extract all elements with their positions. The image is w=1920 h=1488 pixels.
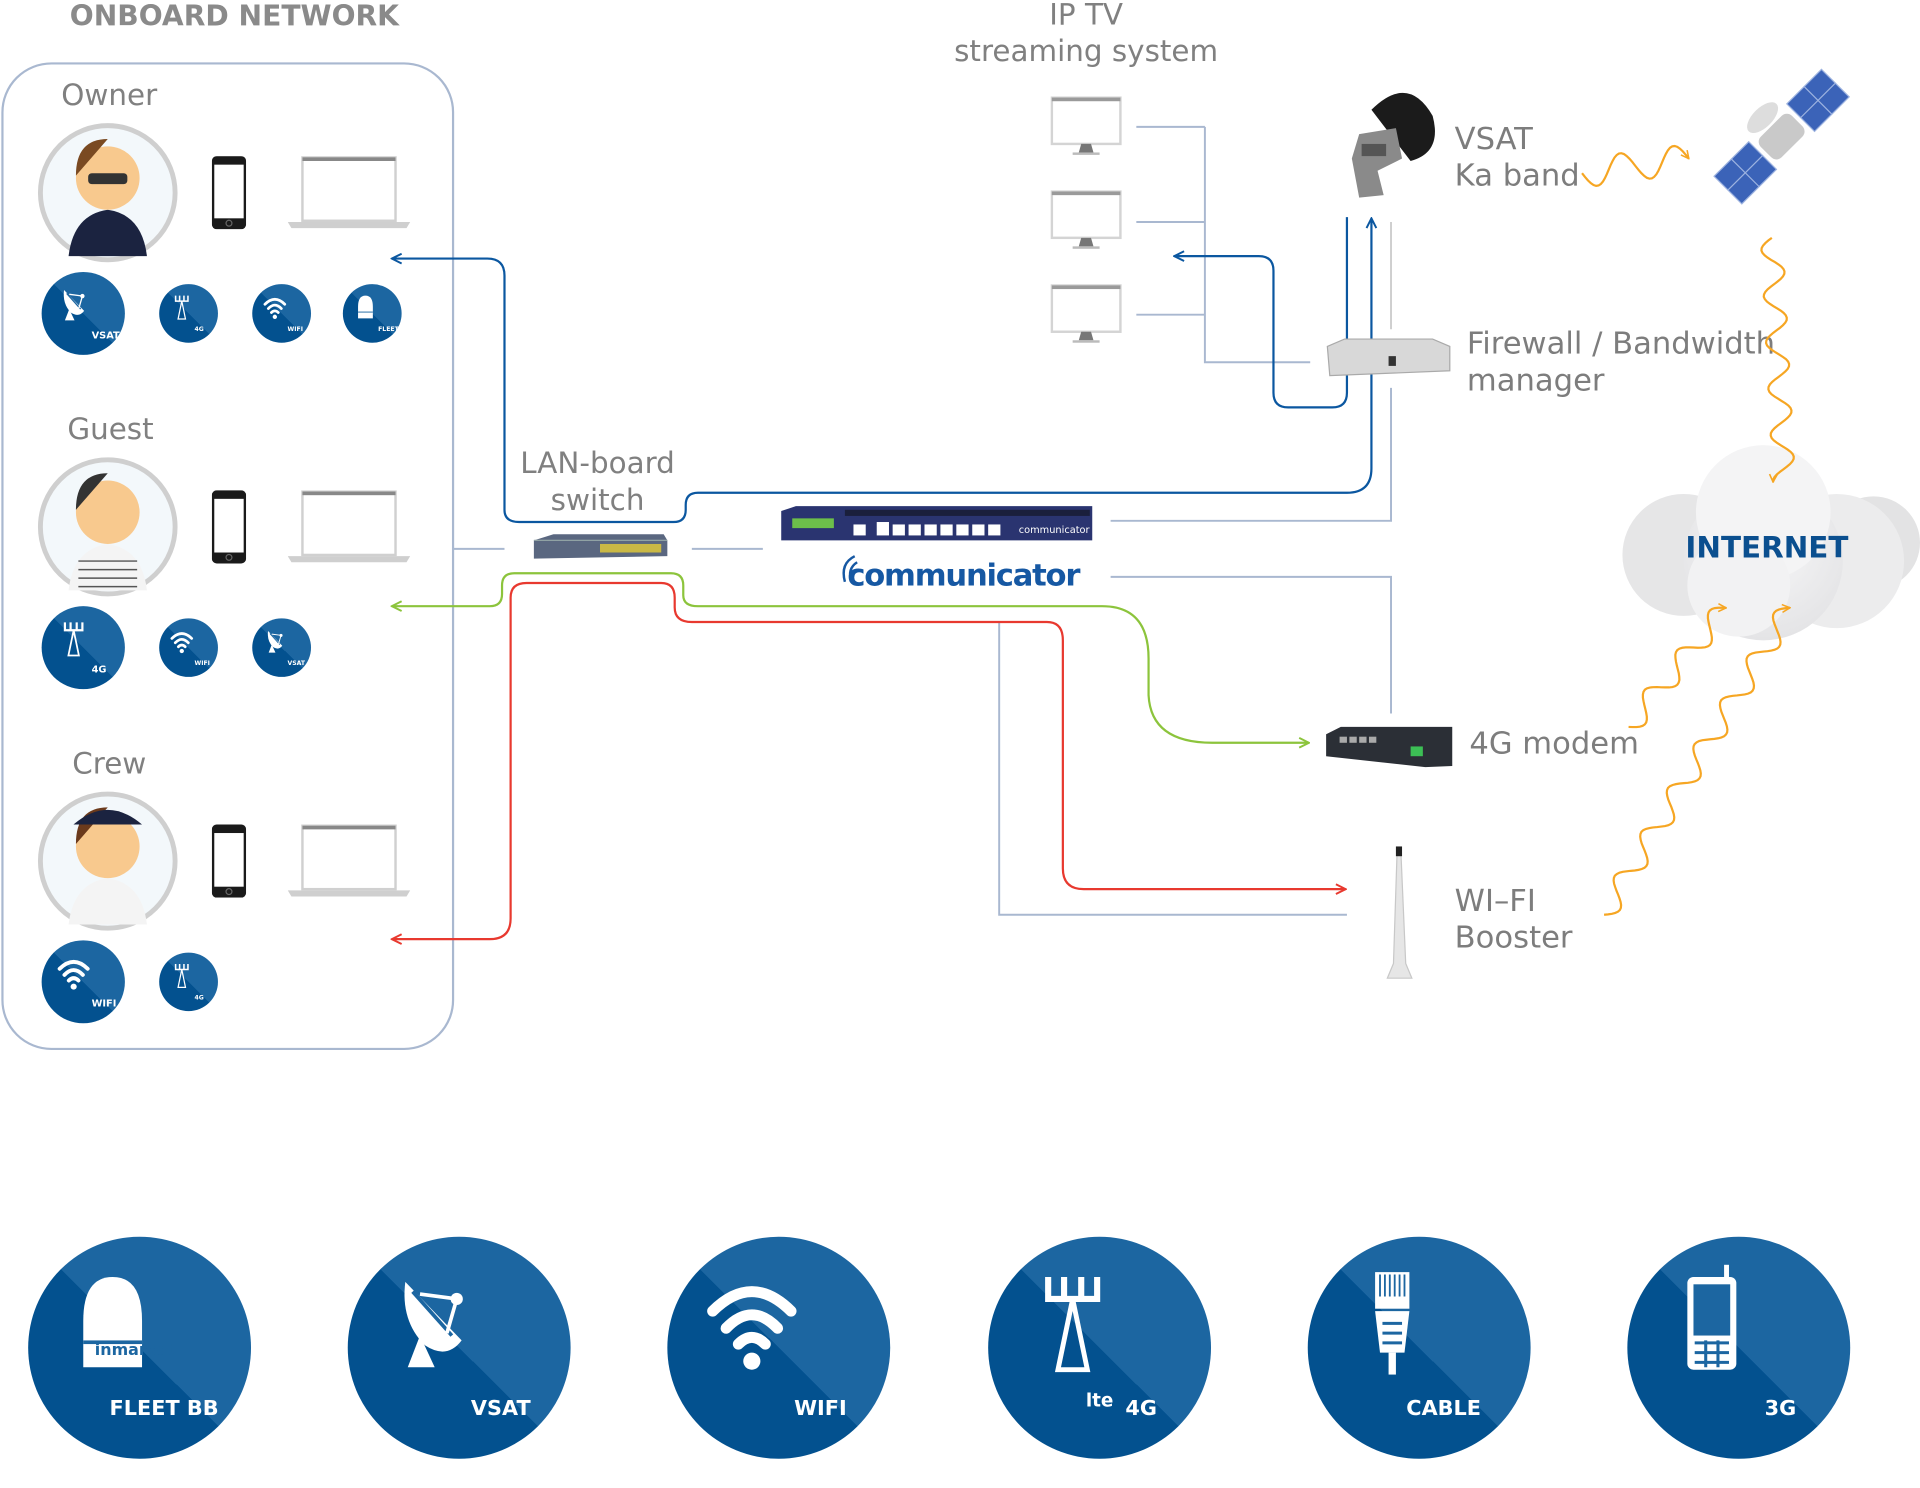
satellite xyxy=(1713,68,1851,205)
legend-sublabel: inmarsat xyxy=(95,1340,175,1359)
vsat-connection-icon: VSAT xyxy=(252,618,312,677)
crew-avatar xyxy=(37,791,178,931)
icon-label: WIFI xyxy=(194,660,209,667)
legend-label: CABLE xyxy=(1406,1396,1481,1420)
wifi-connection-icon: WIFI xyxy=(41,940,125,1024)
icon-label: 4G xyxy=(194,994,203,1001)
wifi-booster-label-2: Booster xyxy=(1455,921,1573,956)
4g-connection-icon: 4G xyxy=(159,284,218,343)
group-label: Owner xyxy=(61,78,158,112)
iptv-monitor xyxy=(1050,96,1122,157)
communicator-device: communicator xyxy=(781,506,1093,541)
legend-fleet: FLEET BB inmarsat xyxy=(28,1236,252,1459)
wifi-connection-icon: WIFI xyxy=(159,618,218,677)
iptv-label: IP TV xyxy=(1049,0,1123,31)
icon-label: VSAT xyxy=(288,660,306,667)
owner-avatar xyxy=(37,123,178,263)
group-guest: Guest 4G WIFI VSAT xyxy=(37,412,411,690)
icon-label: WIFI xyxy=(288,326,303,333)
smartphone-icon xyxy=(211,156,247,230)
crew-wifi-flow xyxy=(392,581,1346,939)
smartphone-icon xyxy=(211,490,247,564)
vsat-label-2: Ka band xyxy=(1455,158,1580,193)
wifi-booster-antenna xyxy=(1386,846,1413,979)
fleet-connection-icon: FLEET BB xyxy=(342,284,411,343)
connection-type-legend: FLEET BB inmarsat VSAT WIFI 4G lte CABLE 3G xyxy=(28,1236,1851,1459)
wifi-connection-icon: WIFI xyxy=(252,284,312,343)
guest-avatar xyxy=(37,457,178,597)
guest-4g-flow xyxy=(392,572,1309,743)
group-owner: Owner VSAT 4G WIFI FLEET BB xyxy=(37,78,411,355)
iptv-monitor xyxy=(1050,284,1122,344)
page-title: ONBOARD NETWORK xyxy=(70,0,400,33)
device-brand-label: communicator xyxy=(1019,525,1091,536)
group-label: Crew xyxy=(72,746,146,780)
firewall-device xyxy=(1326,338,1451,377)
smartphone-icon xyxy=(211,824,247,898)
lan-board-switch xyxy=(533,534,668,559)
internet-label: INTERNET xyxy=(1685,530,1848,564)
group-label: Guest xyxy=(67,412,153,446)
group-crew: Crew WIFI 4G xyxy=(37,746,411,1024)
laptop-icon xyxy=(287,156,411,230)
laptop-icon xyxy=(287,824,411,898)
legend-sublabel: lte xyxy=(1086,1390,1114,1411)
user-groups: Owner VSAT 4G WIFI FLEET BB Guest 4G WIFI VSAT Cr… xyxy=(37,78,411,1024)
wireless-wave xyxy=(1581,144,1689,188)
firewall-label: Firewall / Bandwidth xyxy=(1467,327,1775,362)
legend-4g: 4G lte xyxy=(988,1236,1212,1459)
lan-switch-label: LAN-board xyxy=(520,446,675,480)
firewall-label-2: manager xyxy=(1467,363,1605,398)
4g-connection-icon: 4G xyxy=(41,606,125,690)
legend-label: FLEET BB xyxy=(110,1396,219,1420)
communicator-brand-logo: communicator xyxy=(847,558,1080,593)
iptv-label-2: streaming system xyxy=(954,34,1218,68)
icon-label: WIFI xyxy=(92,999,117,1010)
icon-label: VSAT xyxy=(92,330,120,341)
vsat-label: VSAT xyxy=(1455,122,1534,157)
legend-label: 4G xyxy=(1125,1396,1157,1420)
iptv-vsat-flow xyxy=(1174,217,1349,409)
iptv-monitor xyxy=(1050,190,1122,251)
legend-3g: 3G xyxy=(1627,1236,1851,1459)
4g-modem-label: 4G modem xyxy=(1469,727,1639,762)
lan-switch-label-2: switch xyxy=(551,483,645,517)
legend-wifi: WIFI xyxy=(667,1236,891,1459)
legend-label: WIFI xyxy=(794,1396,847,1420)
legend-label: VSAT xyxy=(471,1396,532,1420)
3g-glyph-icon xyxy=(1685,1263,1738,1372)
legend-label: 3G xyxy=(1765,1396,1797,1420)
4g-connection-icon: 4G xyxy=(159,952,218,1012)
legend-cable: CABLE xyxy=(1307,1236,1531,1459)
4g-modem-device xyxy=(1326,726,1453,768)
vsat-connection-icon: VSAT xyxy=(41,271,125,355)
icon-label: FLEET BB xyxy=(378,326,410,333)
vsat-antenna xyxy=(1351,92,1435,198)
icon-label: 4G xyxy=(92,665,107,676)
legend-vsat: VSAT xyxy=(347,1236,571,1459)
network-diagram: ONBOARD NETWORK Owner VSAT 4G WIFI FLEET BB G… xyxy=(1,0,1920,1459)
wifi-booster-label: WI–FI xyxy=(1455,884,1536,919)
laptop-icon xyxy=(287,490,411,564)
icon-label: 4G xyxy=(194,326,203,333)
fleet-glyph-icon xyxy=(358,295,373,319)
